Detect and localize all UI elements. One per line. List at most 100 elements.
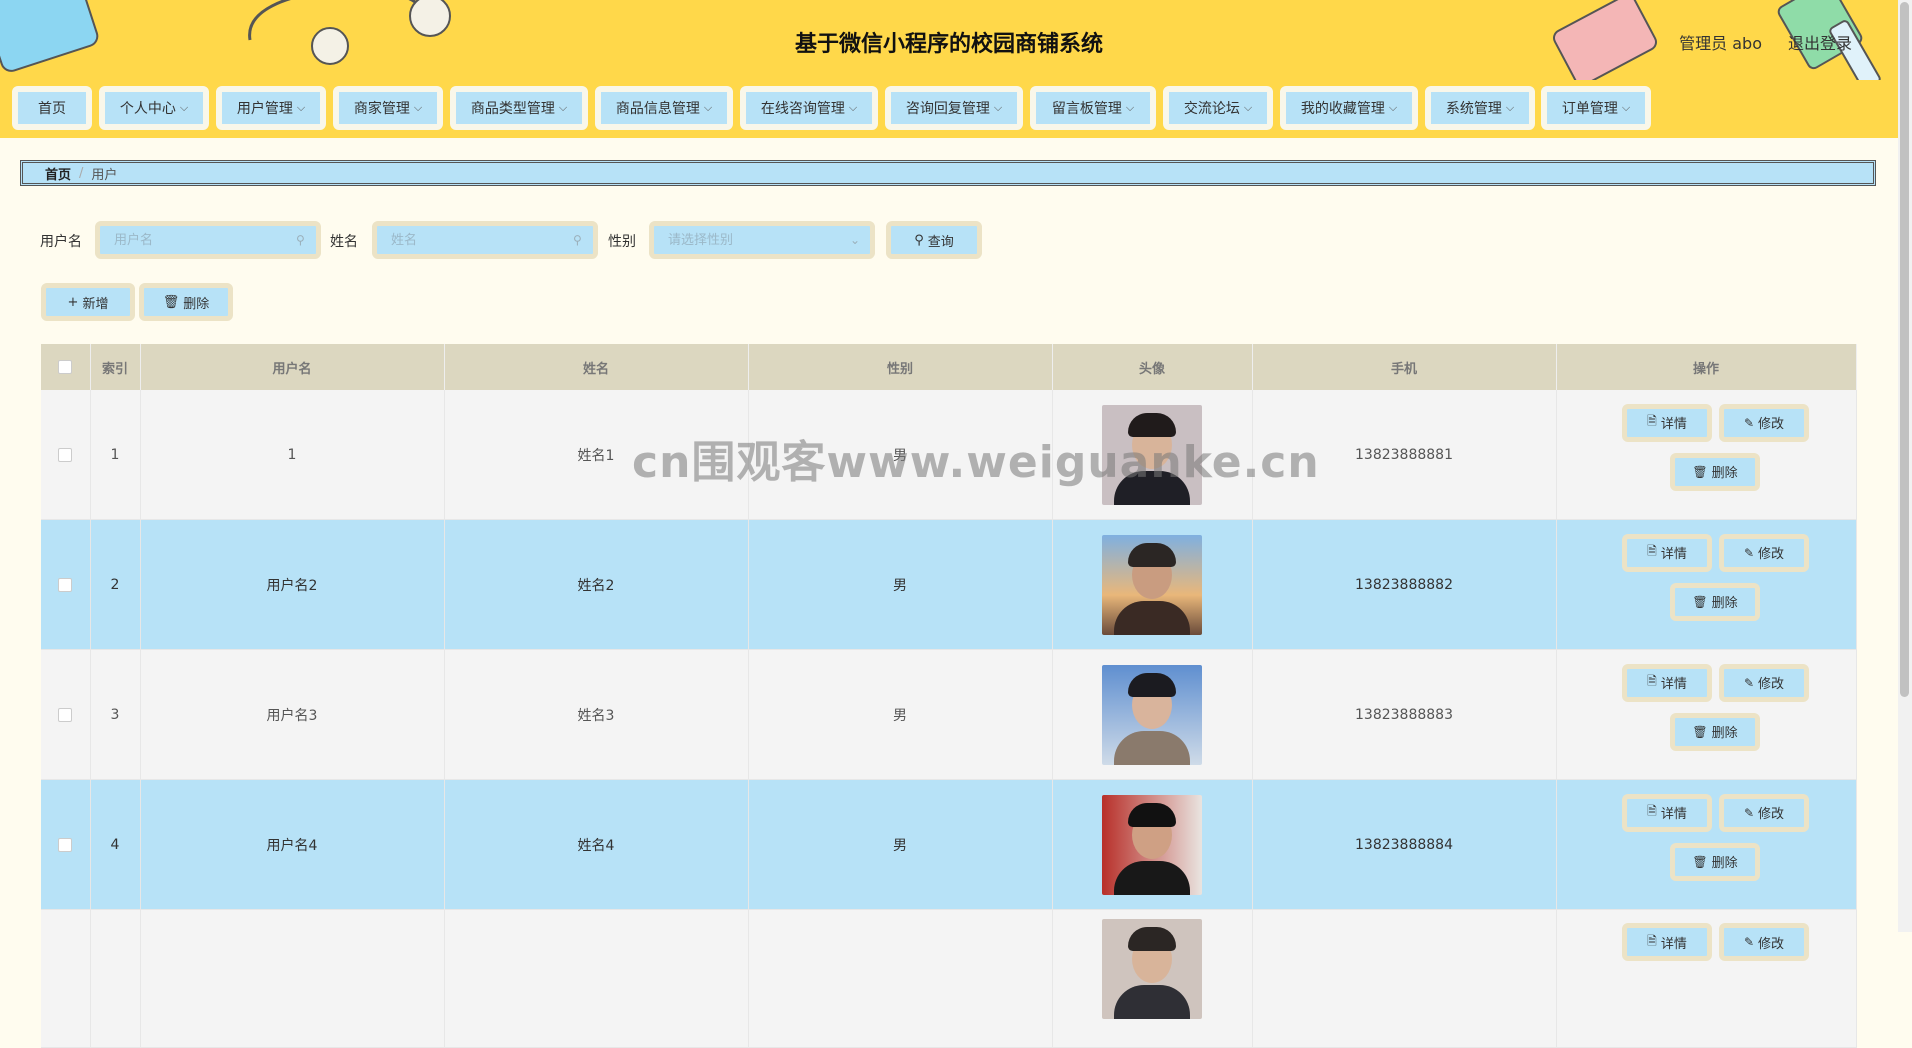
select-all-header xyxy=(41,344,91,390)
trash-icon: 🗑 xyxy=(1692,854,1708,869)
chevron-down-icon: ⌵ xyxy=(703,101,713,114)
nav-item-personal-center[interactable]: 个人中心 ⌵ xyxy=(99,86,209,130)
avatar-cell xyxy=(1052,519,1253,650)
nav-item-favorites-management[interactable]: 我的收藏管理 ⌵ xyxy=(1280,86,1418,130)
index-cell xyxy=(90,909,141,1048)
index-cell: 3 xyxy=(90,649,141,780)
column-header: 姓名 xyxy=(444,344,749,390)
select-all-checkbox[interactable] xyxy=(58,360,73,374)
detail-button[interactable]: 🗎 详情 xyxy=(1622,793,1712,832)
delete-button[interactable]: 🗑 删除 xyxy=(1670,842,1760,881)
nav-item-consult-reply-management[interactable]: 咨询回复管理 ⌵ xyxy=(885,86,1023,130)
index-cell: 4 xyxy=(90,779,141,910)
current-user-label: 管理员 abo xyxy=(1679,34,1762,53)
table-row: 2 用户名2 姓名2 男 13823888882 🗎 详情 ✎ 修改 🗑 删除 xyxy=(41,519,1857,650)
row-checkbox[interactable] xyxy=(58,577,73,592)
chevron-down-icon: ⌵ xyxy=(558,101,568,114)
edit-button[interactable]: ✎ 修改 xyxy=(1719,663,1809,702)
detail-button[interactable]: 🗎 详情 xyxy=(1622,663,1712,702)
batch-delete-button[interactable]: 🗑 删除 xyxy=(139,283,233,321)
operations-cell: 🗎 详情 ✎ 修改 xyxy=(1556,909,1857,1048)
table-row: 🗎 详情 ✎ 修改 xyxy=(41,909,1857,1048)
nav-item-product-info-management[interactable]: 商品信息管理 ⌵ xyxy=(595,86,733,130)
query-button[interactable]: ⚲ 查询 xyxy=(886,221,982,259)
username-label: 用户名 xyxy=(40,234,82,250)
chevron-down-icon: ⌄ xyxy=(850,233,861,247)
chevron-down-icon: ⌵ xyxy=(848,101,858,114)
detail-button[interactable]: 🗎 详情 xyxy=(1622,923,1712,961)
detail-button[interactable]: 🗎 详情 xyxy=(1622,403,1712,442)
document-icon: 🗎 xyxy=(1647,674,1657,688)
nav-item-user-management[interactable]: 用户管理 ⌵ xyxy=(216,86,326,130)
edit-button[interactable]: ✎ 修改 xyxy=(1719,533,1809,572)
gender-select[interactable]: ⌄ xyxy=(649,221,875,259)
nav-item-home[interactable]: 首页 xyxy=(12,86,92,130)
gender-cell xyxy=(748,909,1053,1048)
nav-item-label: 留言板管理 xyxy=(1051,101,1122,117)
chevron-down-icon: ⌵ xyxy=(1125,101,1135,114)
name-cell: 姓名2 xyxy=(444,519,749,650)
delete-button-label: 删除 xyxy=(1711,726,1738,741)
name-search-input[interactable] xyxy=(377,231,573,249)
nav-item-label: 在线咨询管理 xyxy=(760,101,845,117)
row-checkbox[interactable] xyxy=(58,447,73,462)
delete-button[interactable]: 🗑 删除 xyxy=(1670,582,1760,621)
operations-cell: 🗎 详情 ✎ 修改 🗑 删除 xyxy=(1556,390,1857,520)
chevron-down-icon: ⌵ xyxy=(179,101,189,114)
nav-item-system-management[interactable]: 系统管理 ⌵ xyxy=(1425,86,1535,130)
add-button[interactable]: + 新增 xyxy=(41,283,135,321)
name-cell: 姓名3 xyxy=(444,649,749,780)
chevron-down-icon: ⌵ xyxy=(296,101,306,114)
nav-item-forum[interactable]: 交流论坛 ⌵ xyxy=(1163,86,1273,130)
document-icon: 🗎 xyxy=(1647,414,1657,428)
nav-item-label: 个人中心 xyxy=(119,101,176,117)
row-checkbox[interactable] xyxy=(58,707,73,722)
edit-button[interactable]: ✎ 修改 xyxy=(1719,403,1809,442)
pencil-icon: ✎ xyxy=(1743,415,1755,430)
logout-link[interactable]: 退出登录 xyxy=(1788,30,1852,54)
delete-button[interactable]: 🗑 删除 xyxy=(1670,452,1760,491)
delete-button-label: 删除 xyxy=(1711,596,1738,611)
username-search-input[interactable] xyxy=(100,231,296,249)
name-cell: 姓名4 xyxy=(444,779,749,910)
row-checkbox[interactable] xyxy=(58,837,73,852)
table-row: 4 用户名4 姓名4 男 13823888884 🗎 详情 ✎ 修改 🗑 删除 xyxy=(41,779,1857,910)
detail-button[interactable]: 🗎 详情 xyxy=(1622,533,1712,572)
username-cell xyxy=(140,909,445,1048)
scrollbar-thumb[interactable] xyxy=(1900,2,1909,697)
edit-button[interactable]: ✎ 修改 xyxy=(1719,923,1809,961)
nav-item-merchant-management[interactable]: 商家管理 ⌵ xyxy=(333,86,443,130)
row-select-cell xyxy=(41,649,91,780)
phone-cell: 13823888881 xyxy=(1252,390,1557,520)
chevron-down-icon: ⌵ xyxy=(1621,101,1631,114)
edit-button-label: 修改 xyxy=(1758,547,1785,562)
nav-item-message-board-management[interactable]: 留言板管理 ⌵ xyxy=(1030,86,1156,130)
chevron-down-icon: ⌵ xyxy=(1243,101,1253,114)
operations-cell: 🗎 详情 ✎ 修改 🗑 删除 xyxy=(1556,779,1857,910)
operations-cell: 🗎 详情 ✎ 修改 🗑 删除 xyxy=(1556,519,1857,650)
gender-cell: 男 xyxy=(748,390,1053,520)
row-select-cell xyxy=(41,390,91,520)
delete-button-label: 删除 xyxy=(1711,466,1738,481)
breadcrumb-current: 用户 xyxy=(91,167,118,183)
row-actions: 🗎 详情 ✎ 修改 🗑 删除 xyxy=(1616,400,1809,510)
nav-item-product-type-management[interactable]: 商品类型管理 ⌵ xyxy=(450,86,588,130)
document-icon: 🗎 xyxy=(1647,933,1657,948)
table-row: 1 1 姓名1 男 13823888881 🗎 详情 ✎ 修改 🗑 删除 xyxy=(41,390,1857,520)
index-cell: 2 xyxy=(90,519,141,650)
avatar xyxy=(1102,404,1202,505)
delete-button[interactable]: 🗑 删除 xyxy=(1670,712,1760,751)
nav-item-order-management[interactable]: 订单管理 ⌵ xyxy=(1541,86,1651,130)
index-cell: 1 xyxy=(90,390,141,520)
trash-icon: 🗑 xyxy=(1692,594,1708,609)
avatar xyxy=(1102,919,1202,1019)
gender-select-input[interactable] xyxy=(654,231,850,249)
column-header: 用户名 xyxy=(140,344,445,390)
row-select-cell xyxy=(41,519,91,650)
chevron-down-icon: ⌵ xyxy=(1505,101,1515,114)
edit-button-label: 修改 xyxy=(1758,677,1785,692)
edit-button[interactable]: ✎ 修改 xyxy=(1719,793,1809,832)
nav-item-online-consult-management[interactable]: 在线咨询管理 ⌵ xyxy=(740,86,878,130)
nav-item-label: 首页 xyxy=(38,101,66,117)
breadcrumb-home[interactable]: 首页 xyxy=(45,164,71,183)
